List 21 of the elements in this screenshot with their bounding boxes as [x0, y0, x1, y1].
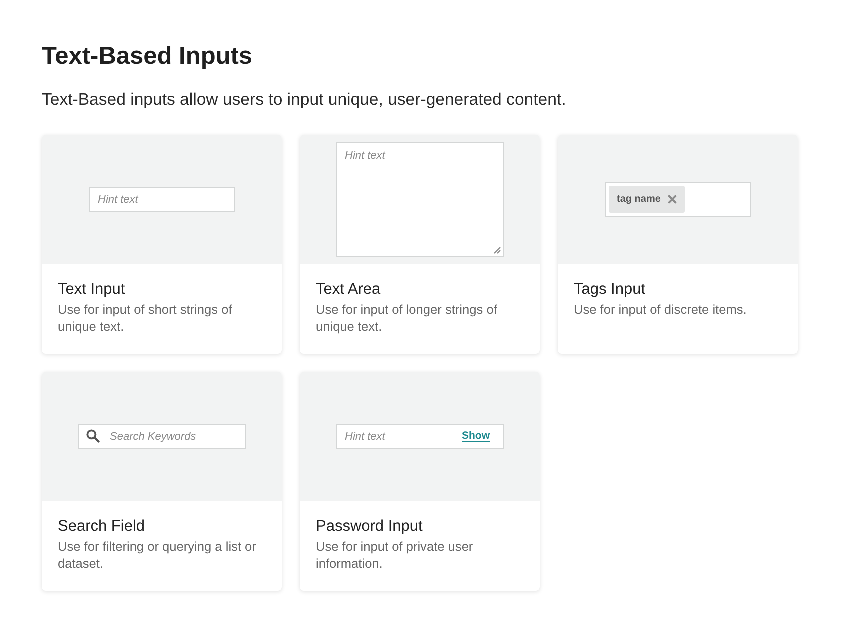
- card-description: Use for input of private user information.: [316, 538, 474, 572]
- search-field[interactable]: Search Keywords: [78, 424, 246, 449]
- text-input-field[interactable]: Hint text: [89, 187, 235, 212]
- search-icon: [86, 429, 100, 443]
- card-description: Use for input of discrete items.: [574, 301, 748, 318]
- page-intro: Text-Based inputs allow users to input unique, user-generated content.: [42, 89, 568, 111]
- tags-input-field[interactable]: tag name: [605, 182, 751, 217]
- card-title: Search Field: [58, 517, 146, 536]
- text-area-field[interactable]: Hint text: [336, 142, 504, 257]
- card-title: Text Input: [58, 280, 126, 299]
- show-password-link[interactable]: Show: [462, 430, 490, 443]
- card-title: Tags Input: [574, 280, 647, 299]
- page-heading: Text-Based Inputs: [42, 42, 254, 72]
- card-description: Use for input of short strings of unique text.: [58, 301, 234, 335]
- card-description: Use for filtering or querying a list or dataset.: [58, 538, 258, 572]
- close-icon[interactable]: [668, 195, 677, 204]
- card-title: Text Area: [316, 280, 382, 299]
- card-description: Use for input of longer strings of unique text.: [316, 301, 498, 335]
- card-title: Password Input: [316, 517, 424, 536]
- tag-label: tag name: [617, 194, 661, 205]
- resize-grip-icon[interactable]: [494, 247, 501, 254]
